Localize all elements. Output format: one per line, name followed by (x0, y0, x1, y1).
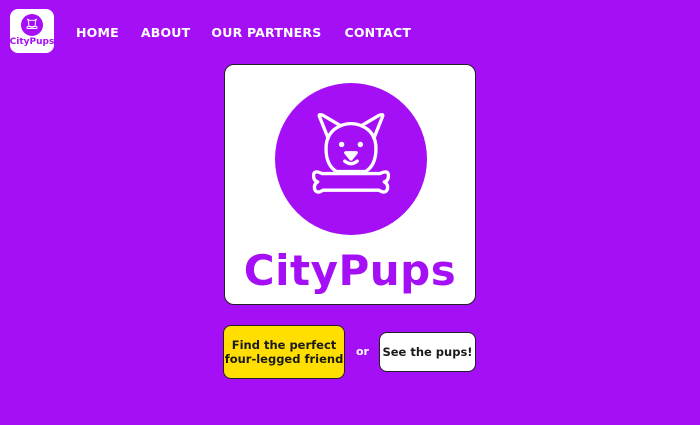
main-nav: HOME ABOUT OUR PARTNERS CONTACT (76, 25, 411, 41)
dog-logo-icon (21, 13, 43, 36)
hero-logo-card: CityPups (224, 64, 476, 305)
nav-link-about[interactable]: ABOUT (141, 25, 191, 41)
or-separator: or (356, 345, 369, 358)
nav-logo-text: CityPups (9, 36, 55, 47)
hero-brand-title: CityPups (243, 246, 457, 295)
nav-logo[interactable]: CityPups (10, 9, 54, 53)
find-friend-label-line2: four-legged friend (224, 352, 344, 366)
nav-link-home[interactable]: HOME (76, 25, 119, 41)
find-friend-button[interactable]: Find the perfect four-legged friend (223, 325, 345, 379)
dog-with-bone-icon (275, 83, 427, 235)
nav-link-contact[interactable]: CONTACT (344, 25, 411, 41)
find-friend-label: Find the perfect four-legged friend (225, 338, 344, 366)
find-friend-label-line1: Find the perfect (231, 338, 337, 352)
nav-link-our-partners[interactable]: OUR PARTNERS (211, 25, 321, 41)
see-pups-button[interactable]: See the pups! (379, 332, 476, 372)
page: CityPups HOME ABOUT OUR PARTNERS CONTACT (0, 0, 700, 425)
